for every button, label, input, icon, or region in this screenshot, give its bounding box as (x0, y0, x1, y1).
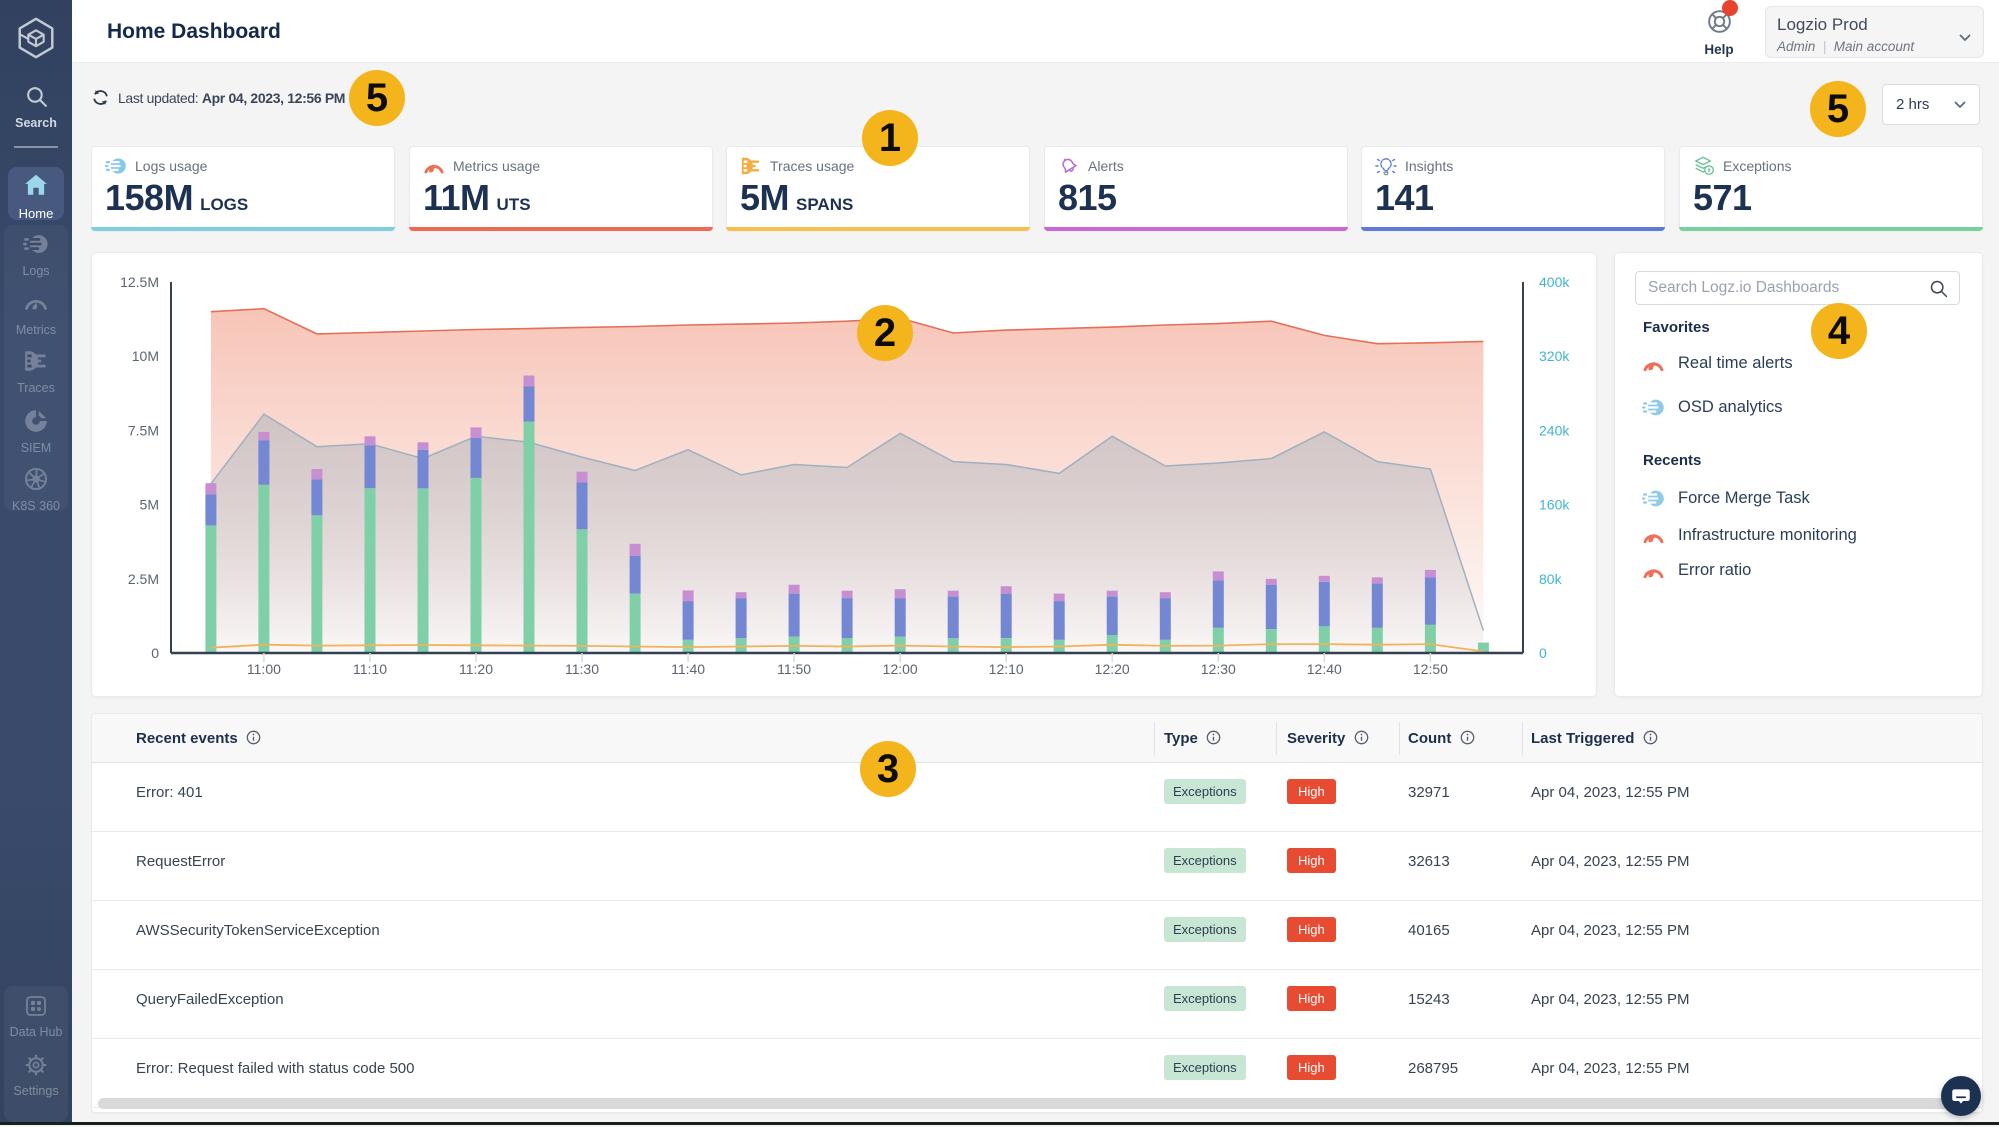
svg-text:12:10: 12:10 (989, 661, 1024, 677)
svg-text:11:50: 11:50 (777, 661, 811, 677)
svg-text:12:50: 12:50 (1413, 661, 1448, 677)
svg-text:320k: 320k (1539, 348, 1570, 364)
svg-text:0: 0 (151, 645, 159, 661)
svg-text:12.5M: 12.5M (120, 274, 159, 290)
svg-text:400k: 400k (1539, 274, 1570, 290)
svg-text:5M: 5M (140, 497, 159, 513)
svg-text:11:10: 11:10 (353, 661, 387, 677)
svg-text:12:40: 12:40 (1307, 661, 1342, 677)
svg-text:12:30: 12:30 (1201, 661, 1236, 677)
svg-text:10M: 10M (132, 348, 159, 364)
svg-text:12:20: 12:20 (1095, 661, 1130, 677)
svg-text:0: 0 (1539, 645, 1547, 661)
svg-text:7.5M: 7.5M (128, 422, 159, 438)
svg-text:12:00: 12:00 (883, 661, 918, 677)
svg-text:11:20: 11:20 (459, 661, 493, 677)
svg-text:160k: 160k (1539, 497, 1570, 513)
svg-text:11:00: 11:00 (247, 661, 281, 677)
svg-text:2.5M: 2.5M (128, 571, 159, 587)
svg-text:80k: 80k (1539, 571, 1563, 587)
svg-text:240k: 240k (1539, 422, 1570, 438)
svg-text:11:40: 11:40 (671, 661, 705, 677)
svg-text:11:30: 11:30 (565, 661, 599, 677)
